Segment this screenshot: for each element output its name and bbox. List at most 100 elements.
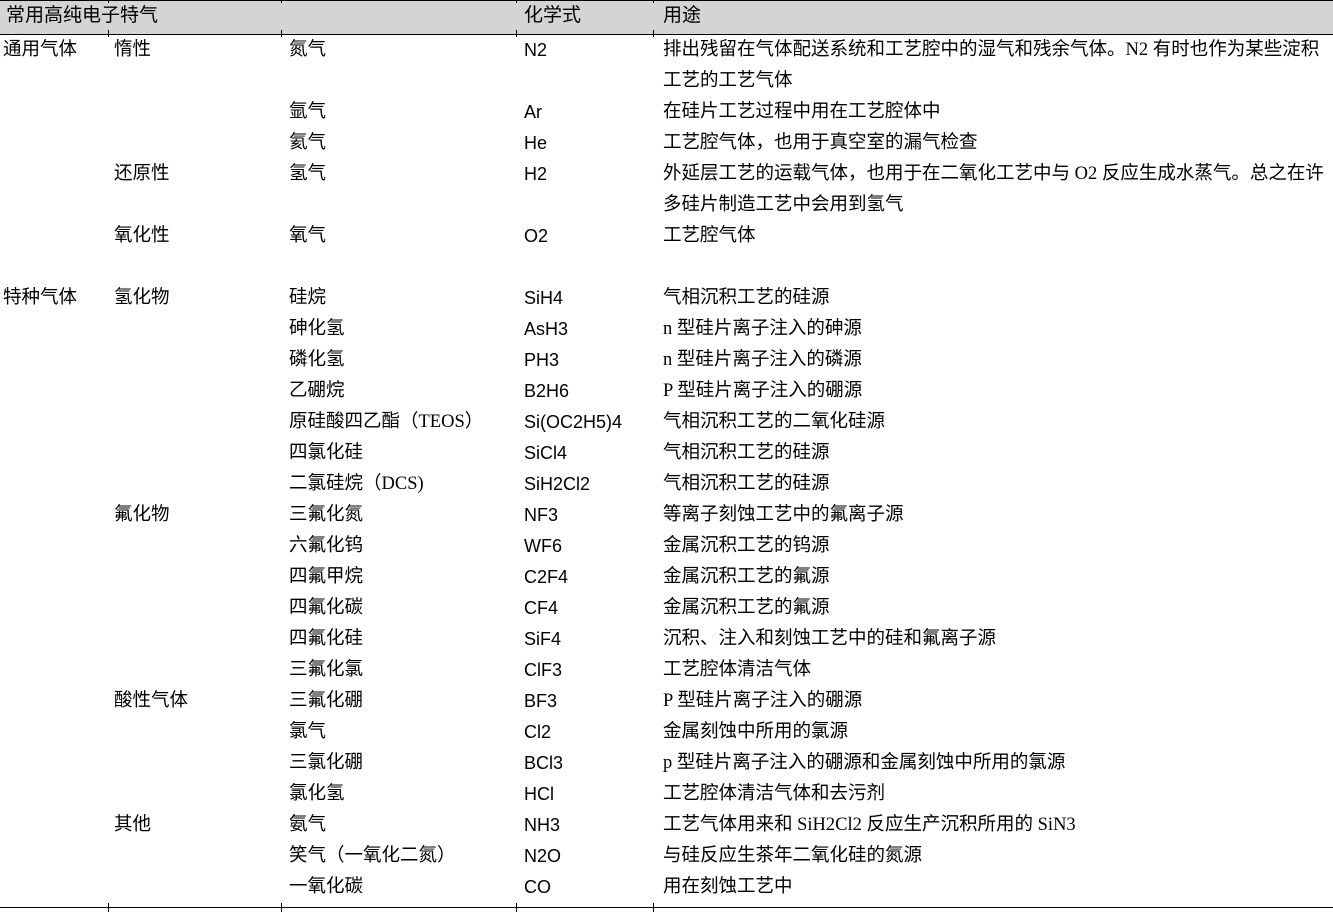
bottom-tick-4 bbox=[653, 903, 654, 912]
cell-usage: 工艺腔气体，也用于真空室的漏气检查 bbox=[653, 128, 1333, 159]
gas-reference-table-container: 常用高纯电子特气 化学式 用途 通用气体惰性氮气N2排出残留在气体配送系统和工艺… bbox=[0, 0, 1333, 911]
cell-chemical-formula: CF4 bbox=[516, 593, 653, 624]
cell-usage: 气相沉积工艺的二氧化硅源 bbox=[653, 407, 1333, 438]
header-bottom-tick-1 bbox=[108, 30, 109, 37]
table-row: 四氟化硅SiF4沉积、注入和刻蚀工艺中的硅和氟离子源 bbox=[0, 624, 1333, 655]
cell-gas-name: 磷化氢 bbox=[281, 345, 516, 376]
header-formula: 化学式 bbox=[516, 1, 653, 35]
header-top-tick-3 bbox=[516, 0, 517, 3]
cell-category bbox=[0, 221, 108, 252]
cell-usage: 金属沉积工艺的钨源 bbox=[653, 531, 1333, 562]
cell-chemical-formula: B2H6 bbox=[516, 376, 653, 407]
header-usage: 用途 bbox=[653, 1, 1333, 35]
cell-gas-name: 氯化氢 bbox=[281, 779, 516, 810]
cell-category bbox=[0, 810, 108, 841]
cell-chemical-formula: He bbox=[516, 128, 653, 159]
cell-chemical-formula bbox=[516, 252, 653, 283]
cell-category bbox=[0, 624, 108, 655]
cell-gas-name: 氩气 bbox=[281, 97, 516, 128]
cell-subtype bbox=[108, 593, 281, 624]
cell-chemical-formula: SiCl4 bbox=[516, 438, 653, 469]
cell-chemical-formula: CO bbox=[516, 872, 653, 903]
cell-chemical-formula: Cl2 bbox=[516, 717, 653, 748]
cell-gas-name: 氦气 bbox=[281, 128, 516, 159]
cell-category bbox=[0, 748, 108, 779]
cell-chemical-formula: SiF4 bbox=[516, 624, 653, 655]
cell-category: 特种气体 bbox=[0, 283, 108, 314]
cell-chemical-formula: WF6 bbox=[516, 531, 653, 562]
header-bottom-tick-4 bbox=[653, 30, 654, 37]
cell-usage: 等离子刻蚀工艺中的氟离子源 bbox=[653, 500, 1333, 531]
cell-gas-name: 六氟化钨 bbox=[281, 531, 516, 562]
cell-category bbox=[0, 376, 108, 407]
cell-gas-name: 三氟化氮 bbox=[281, 500, 516, 531]
cell-category bbox=[0, 655, 108, 686]
table-row: 原硅酸四乙酯（TEOS）Si(OC2H5)4气相沉积工艺的二氧化硅源 bbox=[0, 407, 1333, 438]
cell-chemical-formula: N2 bbox=[516, 35, 653, 98]
cell-subtype bbox=[108, 562, 281, 593]
table-body: 通用气体惰性氮气N2排出残留在气体配送系统和工艺腔中的湿气和残余气体。N2 有时… bbox=[0, 35, 1333, 904]
cell-category bbox=[0, 128, 108, 159]
cell-subtype: 氧化性 bbox=[108, 221, 281, 252]
table-row: 酸性气体三氟化硼BF3P 型硅片离子注入的硼源 bbox=[0, 686, 1333, 717]
header-top-tick-1 bbox=[108, 0, 109, 3]
cell-category bbox=[0, 159, 108, 221]
cell-gas-name: 三氟化硼 bbox=[281, 686, 516, 717]
table-row: 砷化氢AsH3n 型硅片离子注入的砷源 bbox=[0, 314, 1333, 345]
cell-category bbox=[0, 531, 108, 562]
cell-subtype: 氟化物 bbox=[108, 500, 281, 531]
cell-subtype bbox=[108, 624, 281, 655]
cell-subtype bbox=[108, 717, 281, 748]
cell-chemical-formula: AsH3 bbox=[516, 314, 653, 345]
cell-chemical-formula: BCl3 bbox=[516, 748, 653, 779]
table-row: 四氯化硅SiCl4气相沉积工艺的硅源 bbox=[0, 438, 1333, 469]
cell-gas-name: 砷化氢 bbox=[281, 314, 516, 345]
cell-gas-name: 四氟甲烷 bbox=[281, 562, 516, 593]
cell-subtype bbox=[108, 841, 281, 872]
cell-chemical-formula: SiH2Cl2 bbox=[516, 469, 653, 500]
cell-chemical-formula: ClF3 bbox=[516, 655, 653, 686]
cell-category bbox=[0, 562, 108, 593]
table-row: 四氟化碳CF4金属沉积工艺的氟源 bbox=[0, 593, 1333, 624]
cell-chemical-formula: HCl bbox=[516, 779, 653, 810]
cell-usage: 沉积、注入和刻蚀工艺中的硅和氟离子源 bbox=[653, 624, 1333, 655]
cell-usage: 气相沉积工艺的硅源 bbox=[653, 469, 1333, 500]
cell-subtype bbox=[108, 97, 281, 128]
cell-gas-name bbox=[281, 252, 516, 283]
cell-chemical-formula: NH3 bbox=[516, 810, 653, 841]
cell-category bbox=[0, 97, 108, 128]
cell-category bbox=[0, 252, 108, 283]
cell-subtype bbox=[108, 779, 281, 810]
cell-chemical-formula: O2 bbox=[516, 221, 653, 252]
cell-subtype bbox=[108, 872, 281, 903]
cell-chemical-formula: Ar bbox=[516, 97, 653, 128]
cell-category bbox=[0, 407, 108, 438]
header-top-tick-2 bbox=[281, 0, 282, 3]
cell-gas-name: 氯气 bbox=[281, 717, 516, 748]
cell-subtype: 还原性 bbox=[108, 159, 281, 221]
cell-usage: 用在刻蚀工艺中 bbox=[653, 872, 1333, 903]
cell-category: 通用气体 bbox=[0, 35, 108, 98]
cell-subtype bbox=[108, 252, 281, 283]
cell-usage: 工艺腔气体 bbox=[653, 221, 1333, 252]
cell-usage bbox=[653, 252, 1333, 283]
cell-gas-name: 一氧化碳 bbox=[281, 872, 516, 903]
header-bottom-tick-3 bbox=[516, 30, 517, 37]
table-row: 磷化氢PH3n 型硅片离子注入的磷源 bbox=[0, 345, 1333, 376]
cell-subtype bbox=[108, 531, 281, 562]
cell-subtype: 酸性气体 bbox=[108, 686, 281, 717]
cell-gas-name: 氧气 bbox=[281, 221, 516, 252]
table-spacer-row bbox=[0, 252, 1333, 283]
cell-subtype: 氢化物 bbox=[108, 283, 281, 314]
table-row: 四氟甲烷C2F4金属沉积工艺的氟源 bbox=[0, 562, 1333, 593]
cell-usage: 工艺气体用来和 SiH2Cl2 反应生产沉积所用的 SiN3 bbox=[653, 810, 1333, 841]
cell-category bbox=[0, 593, 108, 624]
table-row: 三氯化硼BCl3p 型硅片离子注入的硼源和金属刻蚀中所用的氯源 bbox=[0, 748, 1333, 779]
header-title: 常用高纯电子特气 bbox=[0, 1, 516, 35]
cell-gas-name: 乙硼烷 bbox=[281, 376, 516, 407]
header-top-tick-4 bbox=[653, 0, 654, 3]
cell-subtype bbox=[108, 128, 281, 159]
bottom-tick-2 bbox=[281, 903, 282, 912]
bottom-tick-1 bbox=[108, 903, 109, 912]
table-row: 六氟化钨WF6金属沉积工艺的钨源 bbox=[0, 531, 1333, 562]
